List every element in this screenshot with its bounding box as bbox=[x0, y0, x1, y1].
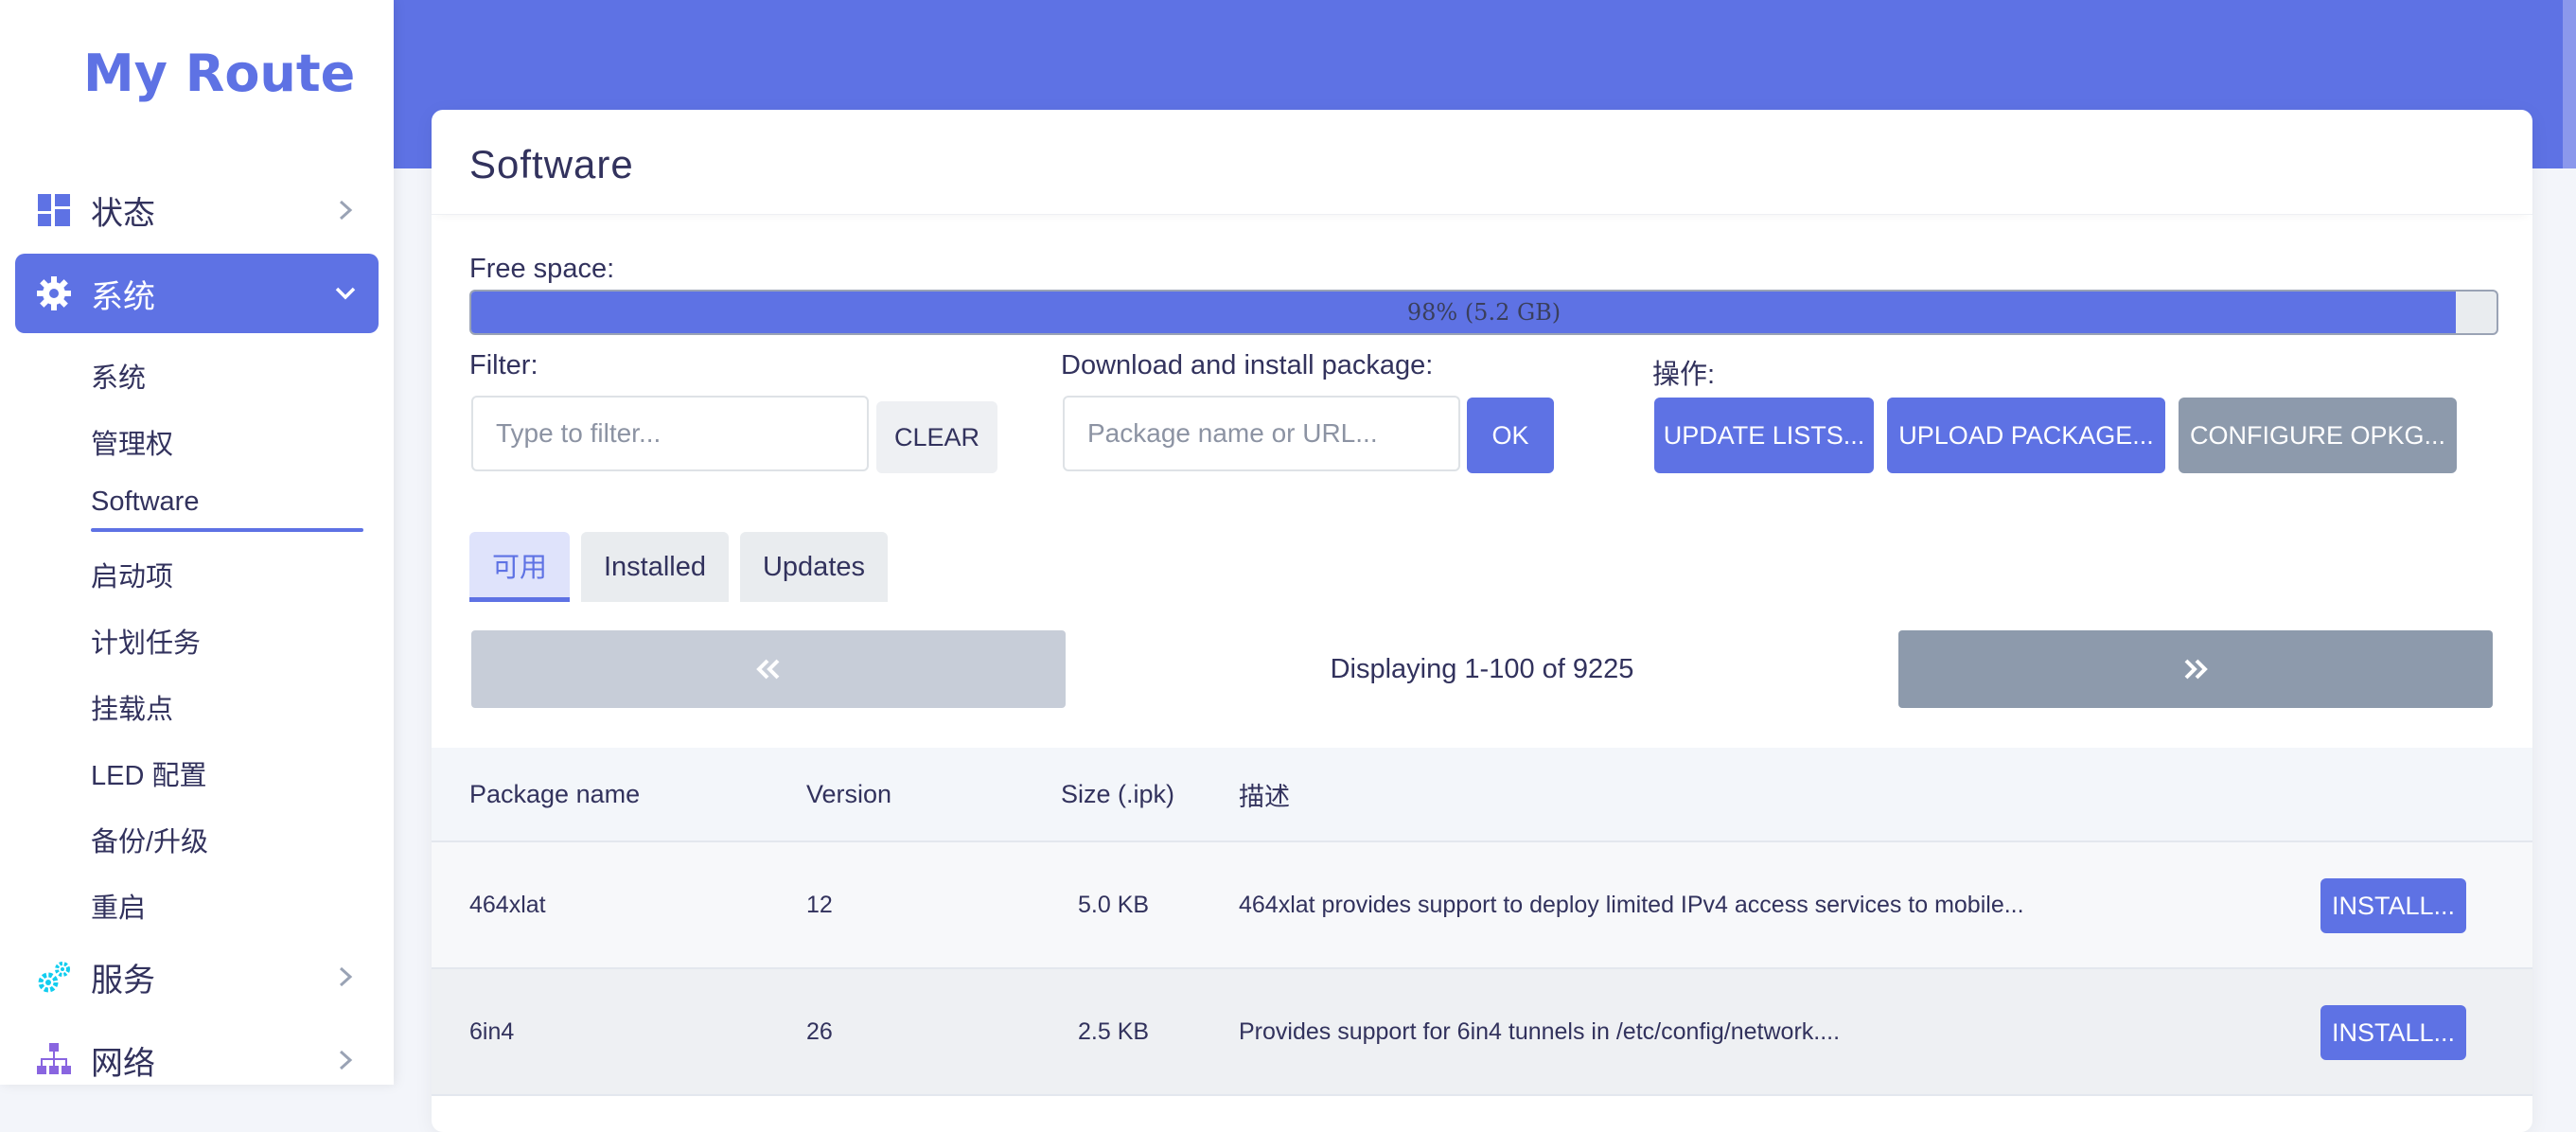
package-url-input[interactable] bbox=[1063, 396, 1460, 471]
sidebar-item-system[interactable]: 系统 bbox=[15, 254, 379, 333]
package-version: 12 bbox=[806, 891, 833, 918]
upload-package-button[interactable]: UPLOAD PACKAGE... bbox=[1887, 398, 2165, 473]
actions-label: 操作: bbox=[1652, 360, 1716, 390]
double-chevron-right-icon bbox=[2184, 659, 2208, 680]
download-label: Download and install package: bbox=[1061, 350, 1434, 380]
sidebar-subitem-backup[interactable]: 备份/升级 bbox=[91, 820, 208, 859]
table-header: Package name Version Size (.ipk) 描述 bbox=[432, 748, 2532, 842]
update-lists-button[interactable]: UPDATE LISTS... bbox=[1654, 398, 1874, 473]
pager-status: Displaying 1-100 of 9225 bbox=[1330, 653, 1634, 684]
double-chevron-left-icon bbox=[756, 659, 780, 680]
sidebar-item-network[interactable]: 网络 bbox=[15, 1020, 379, 1100]
package-size: 5.0 KB bbox=[1078, 891, 1150, 918]
sidebar-item-status-label: 状态 bbox=[91, 195, 155, 232]
sidebar-subitem-startup[interactable]: 启动项 bbox=[91, 555, 173, 594]
package-size: 2.5 KB bbox=[1078, 1017, 1150, 1045]
free-space-label: Free space: bbox=[469, 254, 615, 284]
sidebar-subitem-system[interactable]: 系统 bbox=[91, 356, 146, 396]
install-button[interactable]: INSTALL... bbox=[2320, 1005, 2466, 1060]
packages-table: Package name Version Size (.ipk) 描述 464x… bbox=[432, 748, 2532, 1096]
chevron-right-icon bbox=[331, 196, 360, 224]
tab-available[interactable]: 可用 bbox=[469, 532, 570, 602]
column-header-name: Package name bbox=[469, 779, 641, 808]
column-header-description: 描述 bbox=[1239, 782, 1290, 811]
gears-icon bbox=[36, 959, 72, 995]
column-header-version: Version bbox=[806, 779, 892, 808]
package-version: 26 bbox=[806, 1017, 833, 1045]
sidebar: My Route 状态 系统 系统 管理权 Software 启动项 计划任务 … bbox=[0, 0, 394, 1085]
sidebar-item-network-label: 网络 bbox=[91, 1045, 155, 1082]
sidebar-subitem-software[interactable]: Software bbox=[91, 486, 199, 518]
pager-next-button[interactable] bbox=[1898, 630, 2493, 708]
install-button[interactable]: INSTALL... bbox=[2320, 878, 2466, 933]
free-space-progress: 98% (5.2 GB) bbox=[469, 290, 2498, 335]
brand-logo: My Route bbox=[83, 44, 356, 103]
sidebar-subitem-crontab[interactable]: 计划任务 bbox=[91, 621, 201, 661]
dashboard-icon bbox=[36, 192, 72, 228]
ok-button[interactable]: OK bbox=[1467, 398, 1554, 473]
clear-button[interactable]: CLEAR bbox=[876, 401, 997, 473]
filter-input[interactable] bbox=[471, 396, 869, 471]
network-icon bbox=[36, 1042, 72, 1078]
tab-updates[interactable]: Updates bbox=[740, 532, 888, 602]
table-row: 464xlat 12 5.0 KB 464xlat provides suppo… bbox=[432, 842, 2532, 969]
package-description: Provides support for 6in4 tunnels in /et… bbox=[1239, 1017, 1841, 1045]
pager-prev-button[interactable] bbox=[471, 630, 1066, 708]
column-header-size: Size (.ipk) bbox=[1061, 779, 1175, 808]
current-item-underline bbox=[91, 528, 363, 532]
sidebar-item-status[interactable]: 状态 bbox=[15, 170, 379, 250]
chevron-down-icon bbox=[331, 279, 360, 308]
sidebar-subitem-admin[interactable]: 管理权 bbox=[91, 422, 173, 462]
chevron-right-icon bbox=[331, 963, 360, 991]
table-row: 6in4 26 2.5 KB Provides support for 6in4… bbox=[432, 969, 2532, 1096]
sidebar-item-system-label: 系统 bbox=[91, 278, 155, 315]
tab-installed[interactable]: Installed bbox=[581, 532, 729, 602]
chevron-right-icon bbox=[331, 1046, 360, 1074]
package-name: 464xlat bbox=[469, 891, 546, 918]
page-title: Software bbox=[469, 142, 634, 186]
gear-icon bbox=[36, 275, 72, 311]
sidebar-subitem-reboot[interactable]: 重启 bbox=[91, 886, 146, 926]
sidebar-subitem-mounts[interactable]: 挂载点 bbox=[91, 687, 173, 727]
package-name: 6in4 bbox=[469, 1017, 515, 1045]
filter-label: Filter: bbox=[469, 350, 538, 380]
software-card: Software Free space: 98% (5.2 GB) Filter… bbox=[432, 110, 2532, 1132]
free-space-text: 98% (5.2 GB) bbox=[1406, 299, 1561, 326]
package-description: 464xlat provides support to deploy limit… bbox=[1239, 891, 2024, 918]
sidebar-subitem-led[interactable]: LED 配置 bbox=[91, 753, 206, 793]
sidebar-item-services-label: 服务 bbox=[91, 962, 155, 999]
card-header: Software bbox=[432, 110, 2532, 215]
sidebar-item-services[interactable]: 服务 bbox=[15, 937, 379, 1017]
configure-opkg-button[interactable]: CONFIGURE OPKG... bbox=[2179, 398, 2457, 473]
page-scrollbar[interactable] bbox=[2563, 0, 2576, 168]
